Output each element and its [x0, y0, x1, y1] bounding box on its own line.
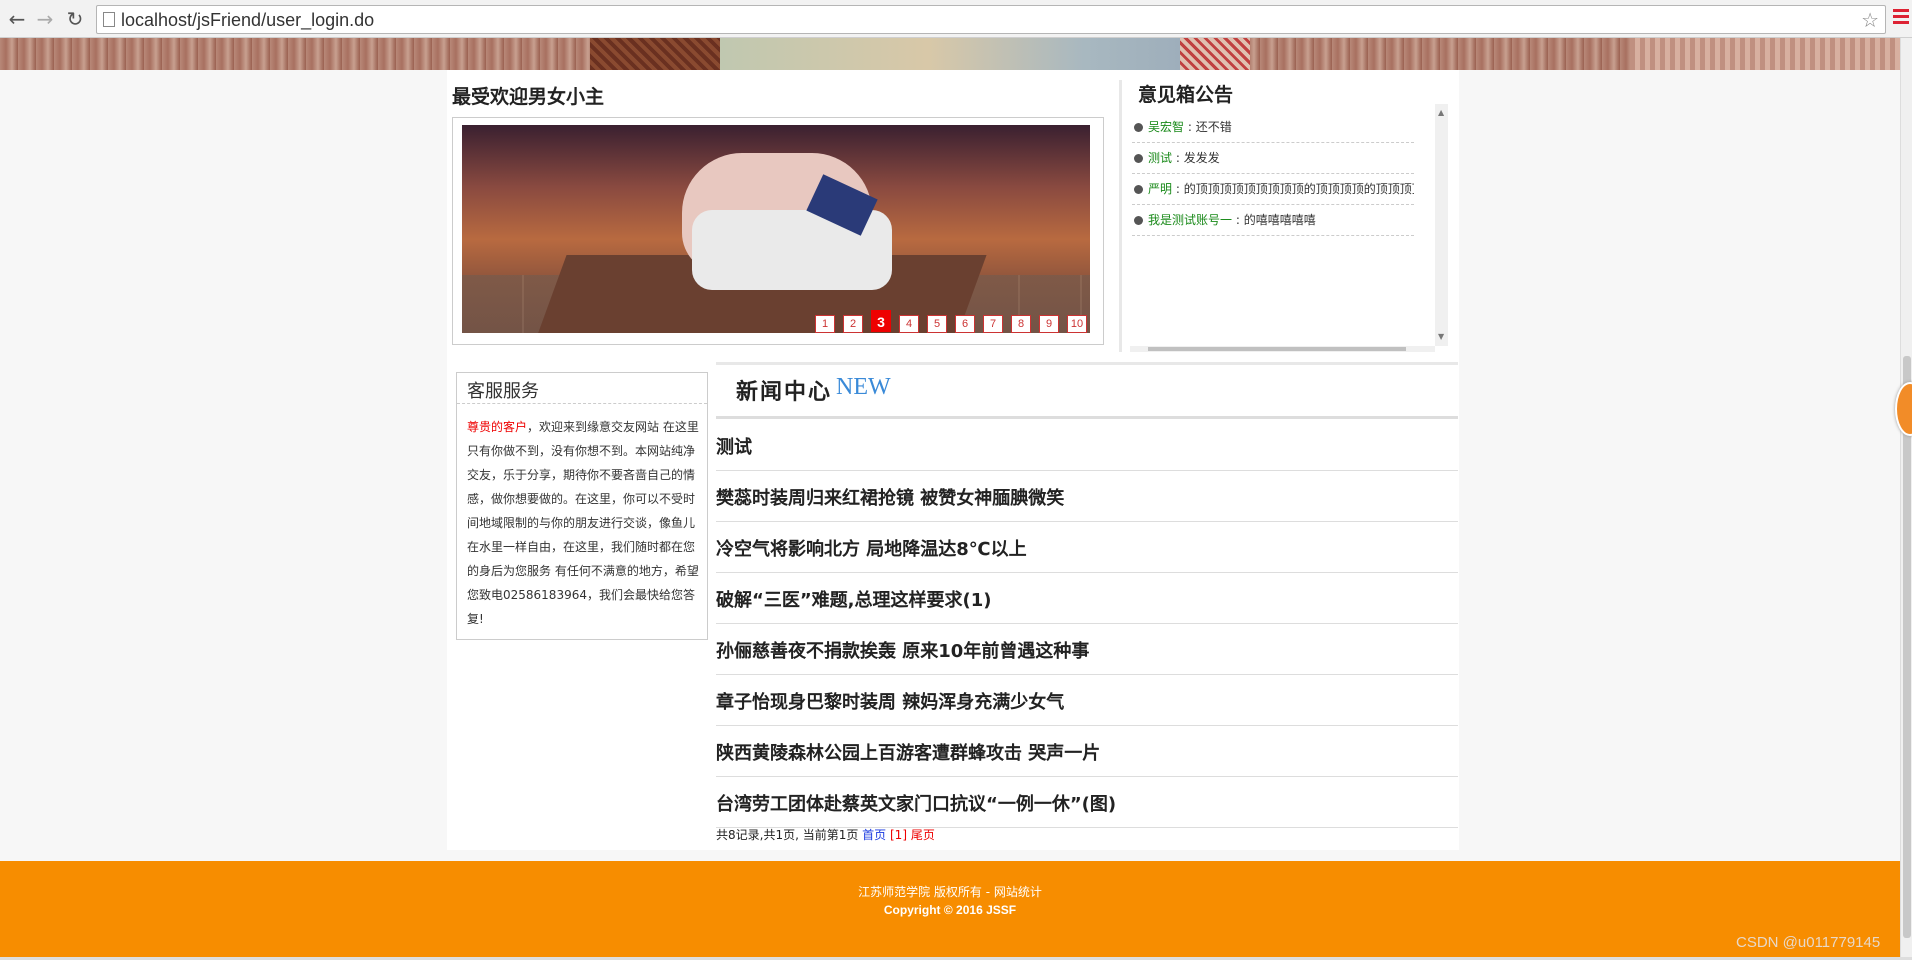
- notice-text: : 还不错: [1184, 120, 1232, 134]
- notice-item: 吴宏智 : 还不错: [1132, 112, 1414, 143]
- footer-copyright-line: 江苏师范学院 版权所有 - 网站统计: [858, 885, 1042, 899]
- service-title: 客服服务: [467, 381, 539, 401]
- scroll-up-icon[interactable]: ▲: [1438, 108, 1444, 117]
- slider-pagination: 1 2 3 4 5 6 7 8 9 10: [815, 310, 1095, 333]
- notice-text: : 发发发: [1172, 151, 1220, 165]
- notice-title: 意见箱公告: [1138, 84, 1234, 106]
- notice-text: : 的顶顶顶顶顶顶顶顶顶的顶顶顶顶的顶顶顶顶顶顶顶: [1175, 182, 1414, 196]
- reload-icon[interactable]: ↻: [62, 6, 88, 32]
- news-title: 新闻中心: [736, 379, 833, 405]
- slider-page-button[interactable]: 2: [843, 315, 863, 333]
- slider-page-button[interactable]: 8: [1011, 315, 1031, 333]
- slider-page-button[interactable]: 5: [927, 315, 947, 333]
- slider-page-button[interactable]: 4: [899, 315, 919, 333]
- notice-user[interactable]: 我是测试账号一: [1148, 213, 1232, 227]
- bookmark-star-icon[interactable]: ☆: [1861, 8, 1879, 32]
- notice-list: 吴宏智 : 还不错 测试 : 发发发 严明 : 的顶顶顶顶顶顶顶顶顶的顶顶顶顶的…: [1132, 112, 1414, 236]
- news-item[interactable]: 破解“三医”难题,总理这样要求(1): [716, 573, 1458, 624]
- floating-widget-button[interactable]: [1895, 382, 1912, 436]
- service-body: ，欢迎来到缘意交友网站 在这里只有你做不到，没有你想不到。本网站纯净交友，乐于分…: [467, 420, 699, 626]
- first-page-link[interactable]: 首页: [862, 828, 886, 842]
- news-item[interactable]: 台湾劳工团体赴蔡英文家门口抗议“一例一休”(图): [716, 777, 1458, 828]
- bullet-icon: [1134, 123, 1143, 132]
- news-item[interactable]: 章子怡现身巴黎时装周 辣妈浑身充满少女气: [716, 675, 1458, 726]
- news-item[interactable]: 测试: [716, 420, 1458, 471]
- page-scrollbar[interactable]: [1900, 38, 1912, 960]
- notice-horizontal-scrollbar[interactable]: [1130, 346, 1435, 352]
- notice-user[interactable]: 吴宏智: [1148, 120, 1184, 134]
- news-new-badge: NEW: [836, 374, 891, 400]
- bullet-icon: [1134, 154, 1143, 163]
- news-header-divider: [716, 416, 1458, 419]
- featured-slider-image[interactable]: [462, 125, 1090, 333]
- header-banner-image: [0, 38, 1900, 70]
- footer: 江苏师范学院 版权所有 - 网站统计 Copyright © 2016 JSSF: [0, 861, 1900, 957]
- news-top-divider: [716, 362, 1458, 365]
- notice-item: 测试 : 发发发: [1132, 143, 1414, 174]
- pagination-summary: 共8记录,共1页, 当前第1页: [716, 828, 863, 842]
- browser-toolbar: ← → ↻ localhost/jsFriend/user_login.do ☆: [0, 0, 1912, 38]
- last-page-link[interactable]: 尾页: [911, 828, 935, 842]
- csdn-watermark: CSDN @u011779145: [1736, 934, 1881, 951]
- url-text[interactable]: localhost/jsFriend/user_login.do: [121, 10, 374, 31]
- current-page-indicator: [1]: [886, 828, 911, 842]
- bullet-icon: [1134, 185, 1143, 194]
- service-highlight: 尊贵的客户: [467, 420, 528, 434]
- notice-box: 吴宏智 : 还不错 测试 : 发发发 严明 : 的顶顶顶顶顶顶顶顶顶的顶顶顶顶的…: [1130, 104, 1435, 350]
- address-bar[interactable]: localhost/jsFriend/user_login.do ☆: [96, 5, 1886, 34]
- customer-service-box: 客服服务 尊贵的客户，欢迎来到缘意交友网站 在这里只有你做不到，没有你想不到。本…: [456, 372, 708, 640]
- slider-page-button[interactable]: 6: [955, 315, 975, 333]
- notice-item: 严明 : 的顶顶顶顶顶顶顶顶顶的顶顶顶顶的顶顶顶顶顶顶顶: [1132, 174, 1414, 205]
- notice-divider: [1119, 80, 1122, 352]
- news-item[interactable]: 陕西黄陵森林公园上百游客遭群蜂攻击 哭声一片: [716, 726, 1458, 777]
- news-pagination: 共8记录,共1页, 当前第1页 首页 [1] 尾页: [716, 826, 935, 843]
- news-item[interactable]: 樊蕊时装周归来红裙抢镜 被赞女神腼腆微笑: [716, 471, 1458, 522]
- page-scrollbar-thumb[interactable]: [1903, 356, 1911, 938]
- browser-menu-icon[interactable]: [1893, 9, 1909, 27]
- notice-hscroll-thumb[interactable]: [1148, 347, 1406, 351]
- service-text: 尊贵的客户，欢迎来到缘意交友网站 在这里只有你做不到，没有你想不到。本网站纯净交…: [467, 415, 699, 631]
- slider-page-button[interactable]: 10: [1067, 315, 1087, 333]
- footer-copyright-notice: Copyright © 2016 JSSF: [883, 903, 1017, 917]
- slider-page-button[interactable]: 3: [871, 310, 891, 332]
- scroll-down-icon[interactable]: ▼: [1438, 332, 1444, 341]
- news-list: 测试 樊蕊时装周归来红裙抢镜 被赞女神腼腆微笑 冷空气将影响北方 局地降温达8℃…: [716, 420, 1458, 828]
- slider-page-button[interactable]: 9: [1039, 315, 1059, 333]
- slider-page-button[interactable]: 1: [815, 315, 835, 333]
- slider-page-button[interactable]: 7: [983, 315, 1003, 333]
- news-item[interactable]: 孙俪慈善夜不捐款挨轰 原来10年前曾遇这种事: [716, 624, 1458, 675]
- back-arrow-icon[interactable]: ←: [4, 6, 30, 32]
- service-divider: [457, 403, 707, 404]
- bullet-icon: [1134, 216, 1143, 225]
- notice-user[interactable]: 严明: [1148, 182, 1172, 196]
- hot-section-title: 最受欢迎男女小主: [452, 86, 605, 108]
- notice-user[interactable]: 测试: [1148, 151, 1172, 165]
- news-item[interactable]: 冷空气将影响北方 局地降温达8℃以上: [716, 522, 1458, 573]
- notice-scrollbar[interactable]: ▲ ▼: [1435, 104, 1448, 346]
- notice-item: 我是测试账号一 : 的嘻嘻嘻嘻嘻: [1132, 205, 1414, 236]
- forward-arrow-icon[interactable]: →: [32, 6, 58, 32]
- notice-text: : 的嘻嘻嘻嘻嘻: [1232, 213, 1316, 227]
- page-icon: [103, 12, 115, 27]
